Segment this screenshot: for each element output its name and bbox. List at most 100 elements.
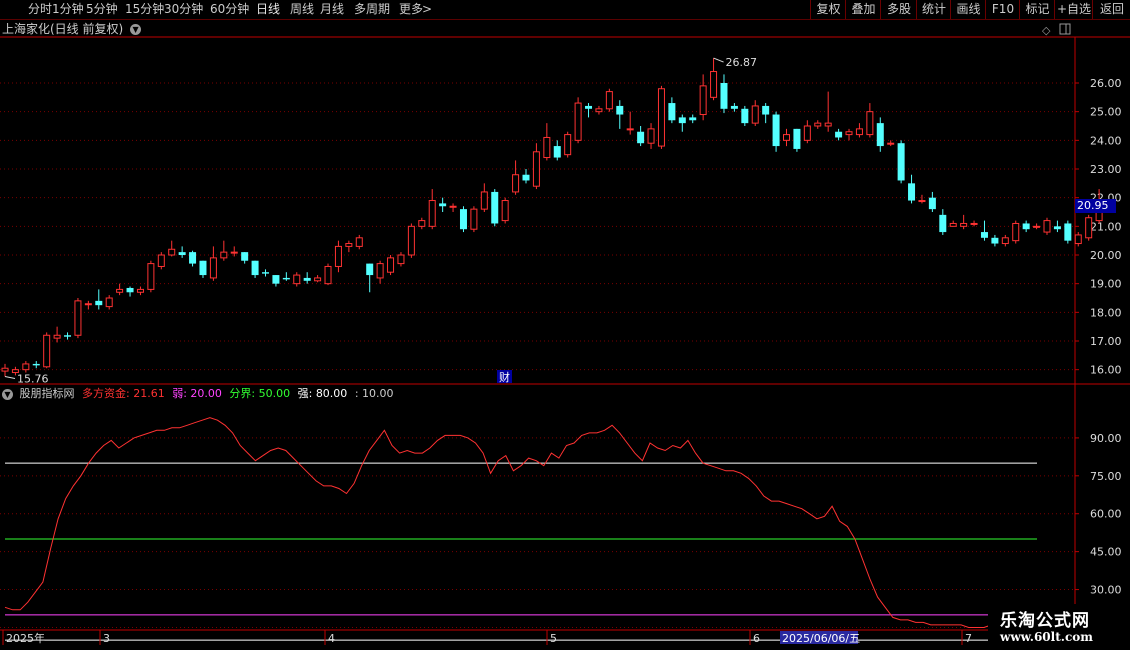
- back-button[interactable]: 返回: [1092, 0, 1130, 19]
- candle-body-down: [772, 114, 780, 147]
- chart-title-row: 上海家化(日线 前复权) ▼: [2, 21, 142, 37]
- candle-body-up: [43, 334, 51, 368]
- candle-body-up: [710, 71, 718, 98]
- kline-chart-area: ◇26.0025.0024.0023.0022.0021.0020.0019.0…: [0, 23, 1130, 645]
- candle-body-up: [512, 174, 520, 193]
- candle-body-up: [595, 108, 603, 113]
- candle-body-down: [897, 143, 905, 181]
- overlay-button[interactable]: 叠加: [845, 0, 881, 19]
- tab-30min[interactable]: 30分钟: [164, 1, 203, 18]
- candle-body-down: [251, 260, 259, 276]
- price-tick-label: 19.00: [1090, 278, 1122, 291]
- fuquan-button[interactable]: 复权: [810, 0, 846, 19]
- candle-body-up: [1001, 237, 1009, 245]
- candle-body-up: [918, 200, 926, 203]
- legend-value-qiang: 80.00: [315, 387, 348, 400]
- legend-value-extra: 10.00: [362, 387, 394, 400]
- candle-body-up: [1085, 217, 1093, 239]
- candle-body-up: [1, 367, 9, 372]
- candle-body-up: [866, 111, 874, 136]
- high-marker-line: [713, 57, 724, 63]
- indicator-name[interactable]: 股朋指标网: [20, 387, 75, 400]
- candle-body-down: [366, 263, 374, 276]
- price-tick-label: 23.00: [1090, 163, 1122, 176]
- candle-body-down: [126, 287, 134, 293]
- price-tick-label: 18.00: [1090, 306, 1122, 319]
- candle-body-up: [960, 222, 968, 227]
- f10-button[interactable]: F10: [985, 0, 1020, 19]
- tab-1min[interactable]: 1分钟: [52, 1, 84, 18]
- tab-60min[interactable]: 60分钟: [210, 1, 249, 18]
- candle-body-down: [553, 146, 561, 158]
- indicator-tick-label: 60.00: [1090, 508, 1122, 521]
- multi-stock-button[interactable]: 多股: [880, 0, 917, 19]
- candle-body-down: [876, 123, 884, 147]
- legend-value-duofang: 21.61: [133, 387, 165, 400]
- candle-body-up: [230, 251, 238, 254]
- candle-body-up: [1074, 234, 1082, 245]
- date-tick-label: 4: [328, 632, 335, 645]
- price-tick-label: 16.00: [1090, 364, 1122, 377]
- price-tick-label: 26.00: [1090, 77, 1122, 90]
- more-arrow-icon[interactable]: >: [422, 1, 432, 18]
- legend-label-fenjie: 分界: [229, 387, 252, 400]
- watermark-title: 乐淘公式网: [1000, 611, 1090, 631]
- candle-body-up: [397, 254, 405, 265]
- tab-monthly[interactable]: 月线: [320, 1, 344, 18]
- indicator-tick-label: 30.00: [1090, 584, 1122, 597]
- indicator-tick-label: 90.00: [1090, 432, 1122, 445]
- candle-body-down: [720, 83, 728, 109]
- candle-body-up: [605, 91, 613, 110]
- candle-body-down: [1022, 223, 1030, 230]
- candle-body-down: [585, 105, 593, 109]
- candle-body-up: [783, 134, 790, 141]
- candle-body-down: [762, 105, 770, 115]
- tab-15min[interactable]: 15分钟: [125, 1, 164, 18]
- candle-body-up: [314, 277, 322, 282]
- candle-body-up: [824, 122, 832, 127]
- candle-body-down: [95, 300, 103, 306]
- tab-weekly[interactable]: 周线: [290, 1, 314, 18]
- date-tick-label: 5: [550, 632, 557, 645]
- candle-body-down: [282, 277, 290, 280]
- tab-multi-period[interactable]: 多周期: [354, 1, 390, 18]
- candle-body-up: [53, 334, 61, 339]
- candle-body-down: [1064, 223, 1072, 241]
- period-toolbar: 分时 1分钟 5分钟 15分钟 30分钟 60分钟 日线 周线 月线 多周期 更多 > 复权 叠加 多股 统计…: [0, 0, 1130, 20]
- more-menu[interactable]: 更多: [399, 1, 423, 18]
- add-favorite-button[interactable]: +自选: [1054, 0, 1093, 19]
- candle-body-up: [501, 200, 509, 222]
- candle-body-down: [272, 275, 280, 284]
- tab-daily[interactable]: 日线: [256, 1, 280, 18]
- indicator-dropdown-icon[interactable]: ▼: [2, 388, 13, 400]
- duofang-zijin-line: [4, 417, 1038, 628]
- candle-body-down: [241, 252, 249, 261]
- candle-body-up: [1033, 225, 1041, 228]
- candle-body-up: [428, 200, 436, 227]
- candle-body-down: [980, 232, 988, 238]
- candle-body-up: [376, 263, 384, 279]
- candle-body-down: [199, 260, 207, 276]
- tab-5min[interactable]: 5分钟: [86, 1, 118, 18]
- candle-body-up: [543, 136, 551, 159]
- low-marker-line: [4, 376, 16, 380]
- draw-line-button[interactable]: 画线: [950, 0, 986, 19]
- candle-body-up: [407, 225, 415, 256]
- tab-fenshi[interactable]: 分时: [28, 1, 52, 18]
- candle-body-down: [668, 103, 676, 121]
- candle-body-down: [178, 252, 186, 255]
- candle-body-up: [480, 191, 488, 210]
- candle-body-up: [334, 245, 342, 267]
- title-dropdown-icon[interactable]: ▼: [130, 24, 142, 35]
- date-highlight-label: 2025/06/06/五: [782, 632, 860, 645]
- candle-body-down: [939, 214, 947, 233]
- legend-value-ruo: 20.00: [190, 387, 222, 400]
- candle-body-up: [220, 251, 228, 259]
- candle-body-down: [32, 363, 40, 366]
- candle-body-up: [387, 257, 395, 273]
- candle-body-up: [855, 128, 863, 136]
- stats-button[interactable]: 统计: [916, 0, 951, 19]
- mark-button[interactable]: 标记: [1019, 0, 1055, 19]
- price-tick-label: 17.00: [1090, 335, 1122, 348]
- price-tick-label: 20.00: [1090, 249, 1122, 262]
